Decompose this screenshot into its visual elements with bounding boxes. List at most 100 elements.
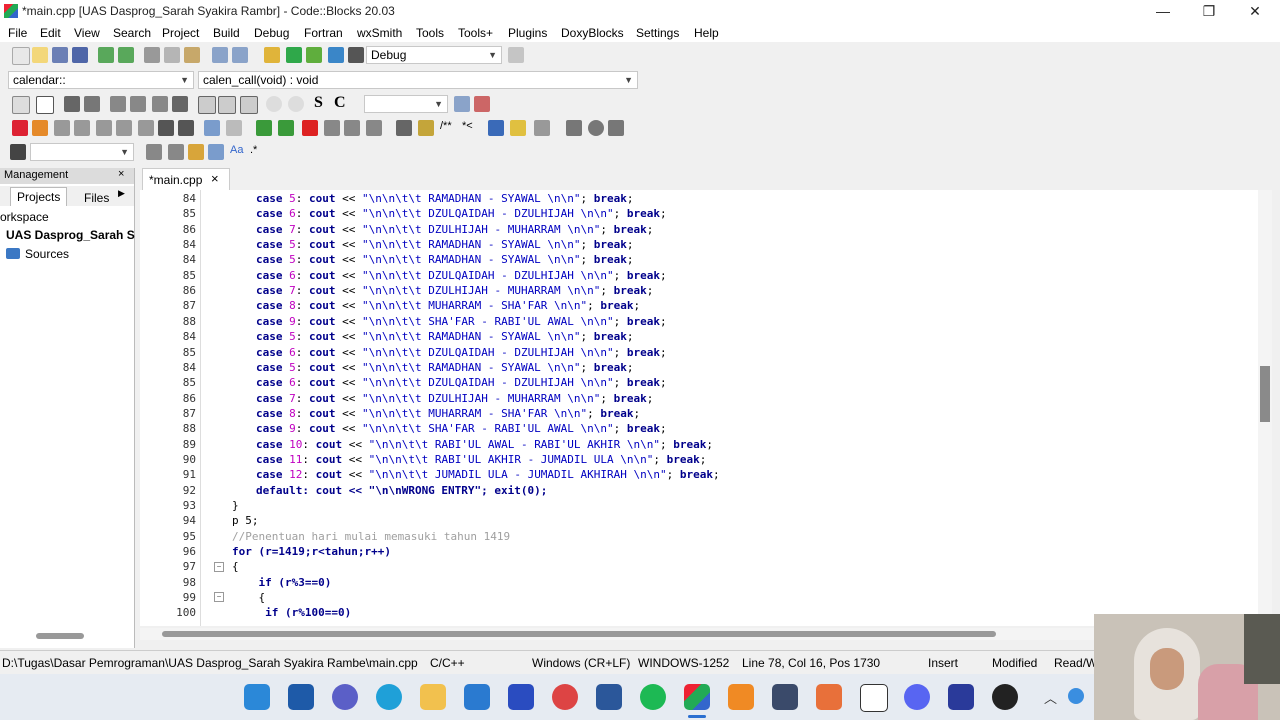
stop-debug-icon[interactable] — [178, 120, 194, 136]
pointer-icon[interactable] — [12, 96, 30, 114]
next-line-icon[interactable] — [54, 120, 70, 136]
copy-icon[interactable] — [164, 47, 180, 63]
comment-icon[interactable] — [396, 120, 412, 136]
menu-file[interactable]: File — [8, 26, 27, 40]
paste-icon[interactable] — [184, 47, 200, 63]
nav-forward-icon[interactable] — [608, 120, 624, 136]
bookmark-prev-icon[interactable] — [324, 120, 340, 136]
xampp-icon[interactable] — [816, 684, 842, 710]
bookmark-next-icon[interactable] — [344, 120, 360, 136]
frame-alt-icon[interactable] — [218, 96, 236, 114]
maximize-button[interactable]: ❐ — [1186, 0, 1232, 22]
zoom-in-icon[interactable] — [266, 96, 282, 112]
close-tab-icon[interactable]: × — [211, 171, 219, 186]
new-file-icon[interactable] — [12, 47, 30, 65]
chevron-right-icon[interactable]: ▶ — [118, 188, 125, 199]
editor-vscroll[interactable] — [1258, 190, 1272, 626]
tree-sources[interactable]: Sources — [25, 247, 69, 261]
run-icon[interactable] — [286, 47, 302, 63]
help-icon[interactable] — [510, 120, 526, 136]
start-icon[interactable] — [244, 684, 270, 710]
target-options-icon[interactable] — [508, 47, 524, 63]
doxy-comment-icon[interactable]: /** — [440, 120, 452, 132]
edge-icon[interactable] — [376, 684, 402, 710]
menu-plugins[interactable]: Plugins — [508, 26, 547, 40]
redo-icon[interactable] — [118, 47, 134, 63]
open-file-icon[interactable] — [32, 47, 48, 63]
bookmark-toggle-icon[interactable] — [302, 120, 318, 136]
tab-main-cpp[interactable]: *main.cpp × — [142, 168, 230, 191]
tree-workspace[interactable]: orkspace — [0, 210, 49, 224]
search-icon[interactable] — [454, 96, 470, 112]
s-icon[interactable]: S — [314, 94, 323, 112]
block-icon[interactable] — [172, 96, 188, 112]
menu-build[interactable]: Build — [213, 26, 240, 40]
search-next-icon[interactable] — [168, 144, 184, 160]
debug-info-icon[interactable] — [226, 120, 242, 136]
debug-run-icon[interactable] — [12, 120, 28, 136]
menu-project[interactable]: Project — [162, 26, 199, 40]
tab-files[interactable]: Files — [82, 189, 111, 207]
sublime-icon[interactable] — [728, 684, 754, 710]
search-prev-icon[interactable] — [146, 144, 162, 160]
spotify-icon[interactable] — [640, 684, 666, 710]
fit-icon[interactable] — [240, 96, 258, 114]
c-icon[interactable]: C — [334, 94, 346, 112]
editor-hscroll-thumb[interactable] — [162, 631, 996, 637]
tools-icon[interactable] — [474, 96, 490, 112]
build-target-select[interactable]: Debug ▼ — [366, 46, 502, 64]
editor-hscroll[interactable] — [140, 628, 1258, 640]
find-icon[interactable] — [212, 47, 228, 63]
grid-icon[interactable] — [64, 96, 80, 112]
fold-marker-icon[interactable]: − — [214, 592, 224, 602]
discord-icon[interactable] — [904, 684, 930, 710]
search-select[interactable]: ▼ — [364, 95, 448, 113]
editor-vscroll-thumb[interactable] — [1260, 366, 1270, 422]
chat-icon[interactable] — [332, 684, 358, 710]
tab-projects[interactable]: Projects — [10, 187, 68, 206]
nav-stop-icon[interactable] — [588, 120, 604, 136]
menu-search[interactable]: Search — [113, 26, 151, 40]
csharp-icon[interactable] — [948, 684, 974, 710]
file-explorer-icon[interactable] — [420, 684, 446, 710]
mail-icon[interactable] — [464, 684, 490, 710]
close-icon[interactable]: × — [118, 168, 124, 180]
chevron-up-icon[interactable]: ︿ — [1044, 688, 1057, 707]
management-scrollbar[interactable] — [36, 633, 84, 639]
obs-icon[interactable] — [992, 684, 1018, 710]
undo-icon[interactable] — [98, 47, 114, 63]
step-into-icon[interactable] — [74, 120, 90, 136]
word-icon[interactable] — [596, 684, 622, 710]
save-all-icon[interactable] — [72, 47, 88, 63]
function-select[interactable]: calen_call(void) : void ▼ — [198, 71, 638, 89]
scope-select[interactable]: calendar:: ▼ — [8, 71, 194, 89]
nav-back-icon[interactable] — [566, 120, 582, 136]
run-to-cursor-icon[interactable] — [32, 120, 48, 136]
rectangle-icon[interactable] — [36, 96, 54, 114]
menu-settings[interactable]: Settings — [636, 26, 679, 40]
incremental-search-input[interactable]: ▼ — [30, 143, 134, 161]
rebuild-icon[interactable] — [328, 47, 344, 63]
tray-icon[interactable] — [1068, 688, 1084, 704]
menu-view[interactable]: View — [74, 26, 100, 40]
tree-project[interactable]: UAS Dasprog_Sarah S — [6, 228, 135, 242]
wrench-icon[interactable] — [534, 120, 550, 136]
bookmark-clear-icon[interactable] — [366, 120, 382, 136]
menu-debug[interactable]: Debug — [254, 26, 289, 40]
fold-marker-icon[interactable]: − — [214, 562, 224, 572]
align-left-icon[interactable] — [110, 96, 126, 112]
replace-icon[interactable] — [232, 47, 248, 63]
menu-wxsmith[interactable]: wxSmith — [357, 26, 402, 40]
save-icon[interactable] — [52, 47, 68, 63]
notion-icon[interactable] — [860, 684, 888, 712]
menu-edit[interactable]: Edit — [40, 26, 61, 40]
align-center-icon[interactable] — [130, 96, 146, 112]
frame-icon[interactable] — [198, 96, 216, 114]
regex-icon[interactable]: .* — [250, 144, 257, 156]
uncomment-icon[interactable] — [418, 120, 434, 136]
menu-tools[interactable]: Tools — [416, 26, 444, 40]
selected-text-icon[interactable] — [208, 144, 224, 160]
codeblocks-taskbar-icon[interactable] — [684, 684, 710, 710]
next-instruction-icon[interactable] — [116, 120, 132, 136]
doxy-inline-icon[interactable]: *< — [462, 120, 473, 132]
